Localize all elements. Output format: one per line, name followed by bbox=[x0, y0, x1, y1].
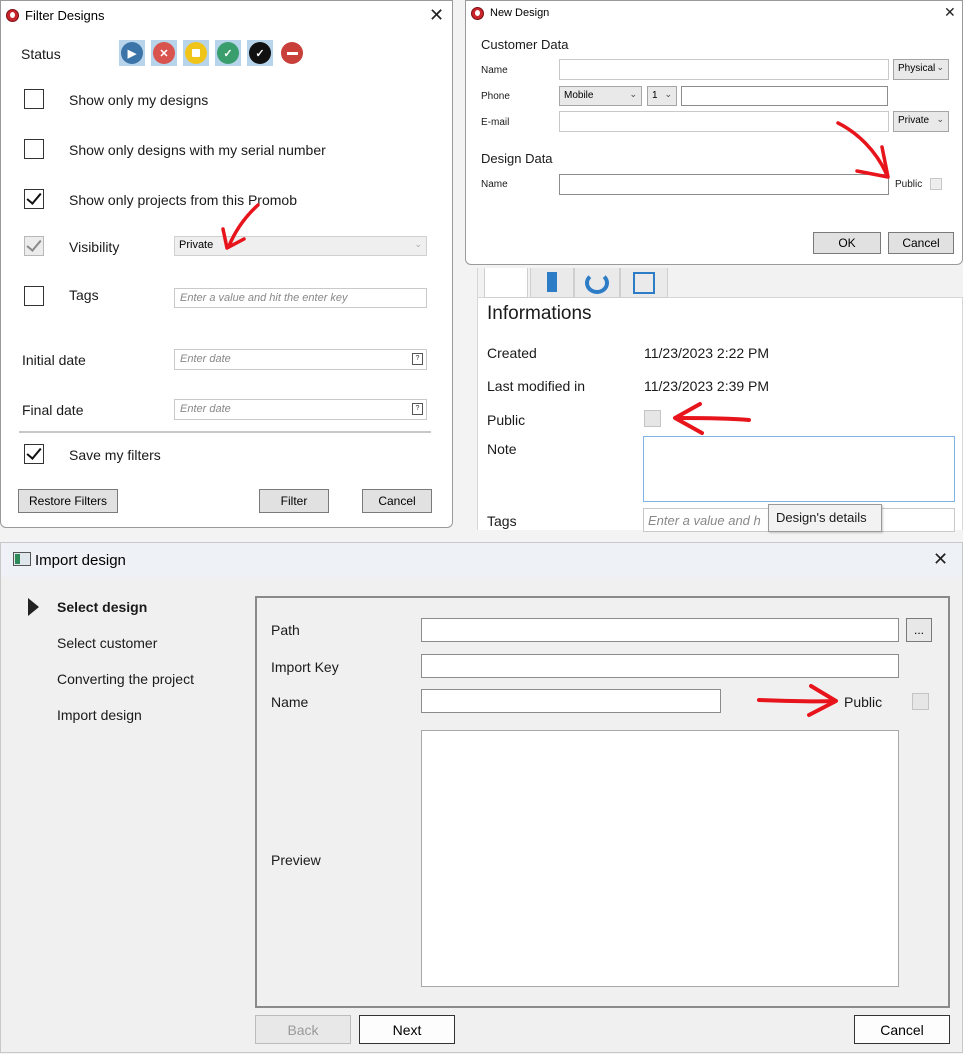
import-design-dialog: Import design ✕ Select design Select cus… bbox=[0, 542, 963, 1053]
annotation-arrow bbox=[221, 203, 260, 250]
annotation-arrow bbox=[757, 684, 838, 717]
filter-designs-dialog: Filter Designs ✕ Status ▶ ✕ ✓ ✓ Show onl… bbox=[0, 0, 453, 528]
annotation-arrow bbox=[673, 402, 751, 435]
informations-panel: Informations Created 11/23/2023 2:22 PM … bbox=[477, 268, 963, 532]
new-design-dialog: New Design ✕ Customer Data Name Physical… bbox=[465, 0, 963, 265]
annotation-arrow bbox=[836, 121, 890, 179]
